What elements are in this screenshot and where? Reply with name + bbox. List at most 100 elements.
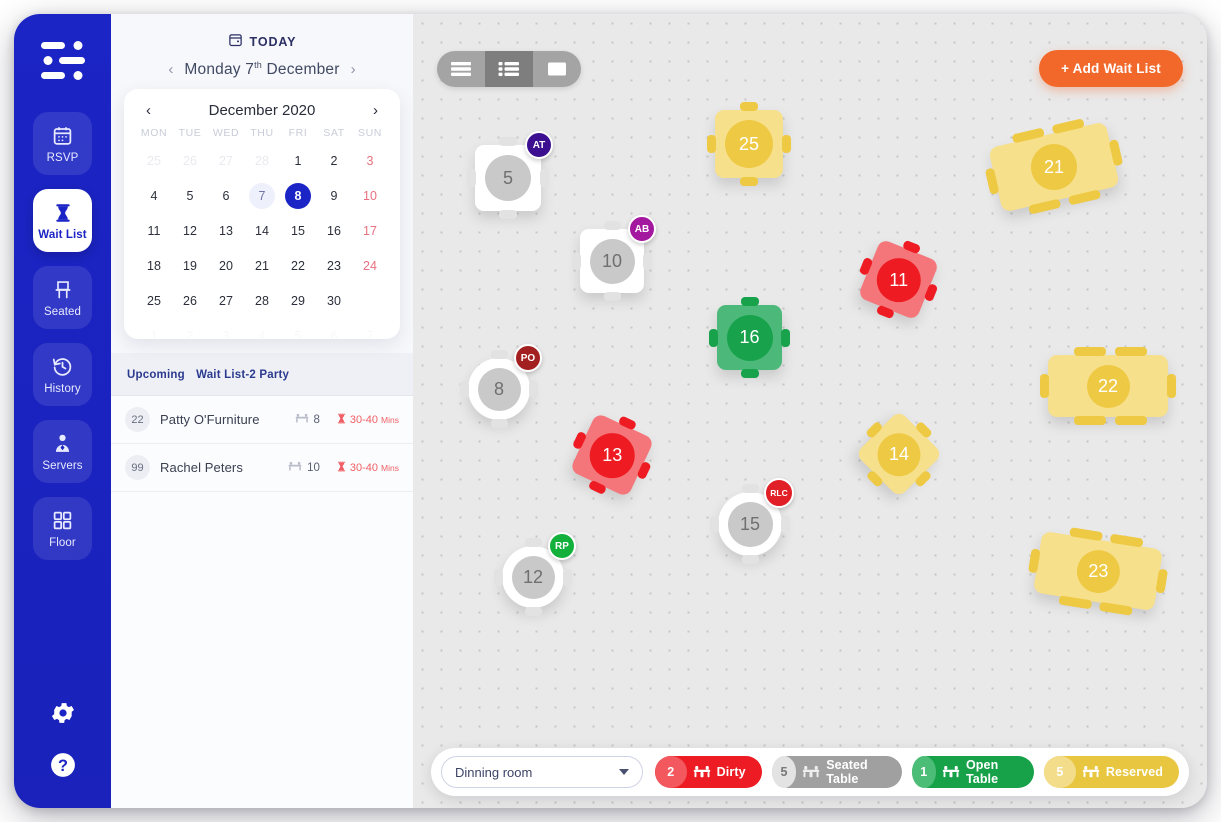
legend-open[interactable]: 1 Open Table [911, 756, 1034, 788]
calendar-day[interactable]: 1 [136, 319, 172, 339]
calendar-day[interactable]: 11 [136, 214, 172, 248]
dashboard-logo-icon[interactable] [36, 36, 90, 86]
legend-dirty[interactable]: 2 Dirty [654, 756, 762, 788]
floor-table[interactable]: 22 [1040, 347, 1176, 425]
sidebar-item-wait-list[interactable]: Wait List [33, 189, 92, 252]
calendar-day[interactable]: 24 [352, 249, 388, 283]
calendar-day[interactable]: 4 [244, 319, 280, 339]
sidebar-item-label: Wait List [38, 228, 87, 241]
floor-table[interactable]: 10 AB [572, 215, 656, 301]
calendar-day[interactable]: 6 [316, 319, 352, 339]
calendar-day[interactable]: 28 [244, 144, 280, 178]
calendar-day[interactable]: 20 [208, 249, 244, 283]
calendar-day[interactable]: 14 [244, 214, 280, 248]
floor-table[interactable]: 25 [707, 102, 791, 186]
view-grid-button[interactable] [533, 51, 581, 87]
calendar-next-month-button[interactable]: › [369, 102, 382, 119]
waitlist-row[interactable]: 22 Patty O'Furniture 8 30-40 Mins [111, 396, 413, 445]
table-server-badge[interactable]: RP [548, 532, 576, 560]
date-weekday: Monday [184, 61, 241, 79]
calendar-day[interactable]: 9 [316, 179, 352, 213]
gear-icon[interactable] [48, 698, 78, 728]
table-body: 22 [1040, 347, 1176, 425]
floor-table[interactable]: 13 [569, 412, 655, 498]
calendar-day[interactable]: 12 [172, 214, 208, 248]
calendar-day[interactable]: 19 [172, 249, 208, 283]
calendar-day[interactable]: 2 [172, 319, 208, 339]
calendar-day[interactable]: 30 [316, 284, 352, 318]
calendar-day[interactable]: 23 [316, 249, 352, 283]
waitlist-row[interactable]: 99 Rachel Peters 10 30-40 Mins [111, 444, 413, 493]
floor-table[interactable]: 5 AT [467, 131, 553, 219]
calendar-dow: SAT [323, 127, 345, 140]
floor-table[interactable]: 11 [857, 238, 940, 321]
calendar-day-label [357, 288, 383, 314]
sidebar-item-label: Servers [42, 459, 83, 472]
floor-table[interactable]: 21 [984, 118, 1124, 215]
calendar-day[interactable]: 15 [280, 214, 316, 248]
table-number: 13 [589, 432, 635, 478]
prev-day-button[interactable]: ‹ [168, 61, 173, 78]
calendar-day[interactable]: 25 [136, 144, 172, 178]
legend-seated[interactable]: 5 Seated Table [771, 756, 902, 788]
calendar-day[interactable]: 25 [136, 284, 172, 318]
calendar-day[interactable]: 5 [280, 319, 316, 339]
sidebar-item-floor[interactable]: Floor [33, 497, 92, 560]
table-server-badge[interactable]: PO [514, 344, 542, 372]
calendar-day[interactable]: 22 [280, 249, 316, 283]
floor-table[interactable]: 23 [1027, 527, 1169, 616]
sidebar-item-servers[interactable]: Servers [33, 420, 92, 483]
calendar-day[interactable]: 1 [280, 144, 316, 178]
calendar-day[interactable]: 16 [316, 214, 352, 248]
calendar-day[interactable]: 7 [352, 319, 388, 339]
calendar-day[interactable]: 2 [316, 144, 352, 178]
floor-table[interactable]: 15 RLC [710, 478, 794, 564]
view-toggle-group [437, 50, 581, 87]
calendar-day[interactable]: 17 [352, 214, 388, 248]
calendar-day[interactable]: 18 [136, 249, 172, 283]
sidebar-item-seated[interactable]: Seated [33, 266, 92, 329]
next-day-button[interactable]: › [351, 61, 356, 78]
calendar-day[interactable]: 3 [352, 144, 388, 178]
calendar-day[interactable]: 8 [280, 179, 316, 213]
calendar-day[interactable]: 28 [244, 284, 280, 318]
calendar-day[interactable]: 29 [280, 284, 316, 318]
sidebar-item-history[interactable]: History [33, 343, 92, 406]
floor-table[interactable]: 14 [855, 410, 943, 498]
view-detail-button[interactable] [485, 50, 533, 87]
table-server-badge[interactable]: AB [628, 215, 656, 243]
waitlist-row-wait-value: 30-40 [349, 413, 379, 426]
add-wait-list-button[interactable]: + Add Wait List [1039, 50, 1183, 87]
waitlist-row-number: 22 [125, 407, 150, 433]
table-chair [740, 297, 759, 306]
calendar-day[interactable]: 27 [208, 284, 244, 318]
legend-count: 2 [654, 756, 687, 788]
floor-table[interactable]: 16 [709, 297, 790, 378]
calendar-prev-month-button[interactable]: ‹ [142, 102, 155, 119]
waitlist-panel: TODAY ‹ Monday 7th December › ‹ December… [111, 14, 413, 808]
calendar-day[interactable]: 26 [172, 284, 208, 318]
table-server-badge[interactable]: RLC [764, 478, 794, 508]
calendar-day[interactable]: 13 [208, 214, 244, 248]
waitlist-row-guest-count: 10 [307, 461, 320, 474]
floor-table[interactable]: 12 RP [494, 532, 576, 616]
calendar-day-label: 26 [183, 154, 197, 169]
sidebar-item-rsvp[interactable]: RSVP [33, 112, 92, 175]
calendar-day-label: 18 [147, 259, 161, 274]
calendar-day[interactable]: 6 [208, 179, 244, 213]
calendar-day[interactable]: 26 [172, 144, 208, 178]
calendar-day[interactable]: 4 [136, 179, 172, 213]
legend-reserved[interactable]: 5 Reserved [1043, 756, 1179, 788]
question-circle-icon[interactable]: ? [48, 750, 78, 780]
floor-table[interactable]: 8 PO [460, 344, 542, 428]
table-server-badge[interactable]: AT [525, 131, 553, 159]
view-list-button[interactable] [437, 51, 485, 87]
sidebar-item-label: Floor [49, 536, 76, 549]
calendar-day[interactable]: 10 [352, 179, 388, 213]
calendar-day[interactable]: 5 [172, 179, 208, 213]
calendar-day[interactable]: 7 [244, 179, 280, 213]
calendar-day[interactable]: 27 [208, 144, 244, 178]
calendar-day[interactable]: 21 [244, 249, 280, 283]
room-select[interactable]: Dinning room [441, 756, 643, 788]
calendar-day[interactable]: 3 [208, 319, 244, 339]
